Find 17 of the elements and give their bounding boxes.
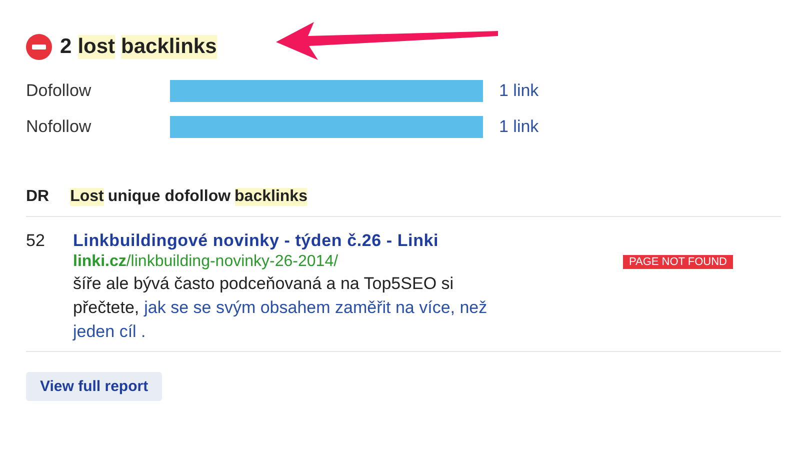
snippet-text: šíře ale bývá často podceňovaná a na Top5SEO si [73,273,454,295]
page-title-link[interactable]: Linkbuildingové novinky - týden č.26 - Linki [73,231,623,251]
page-url: linki.cz/linkbuilding-novinky-26-2014/ [73,253,340,271]
section-heading: 2 lost backlinks [60,35,217,59]
minus-circle-icon [26,34,52,60]
dr-value: 52 [26,231,46,252]
link-count[interactable]: 1 link [499,117,781,137]
link-count[interactable]: 1 link [499,81,781,101]
anchor-link[interactable]: jak se se svým obsahem zaměřit na více, než [144,297,488,319]
anchor-link[interactable]: jeden cíl . [73,321,146,343]
link-type-label: Dofollow [26,81,92,101]
column-header: DR [26,188,50,206]
view-report-button[interactable]: View full report [26,372,162,401]
column-header: Lost unique dofollow backlinks [70,188,308,206]
snippet-text: přečtete, [73,297,140,319]
status-badge: PAGE NOT FOUND [623,255,733,269]
link-type-label: Nofollow [26,117,92,137]
